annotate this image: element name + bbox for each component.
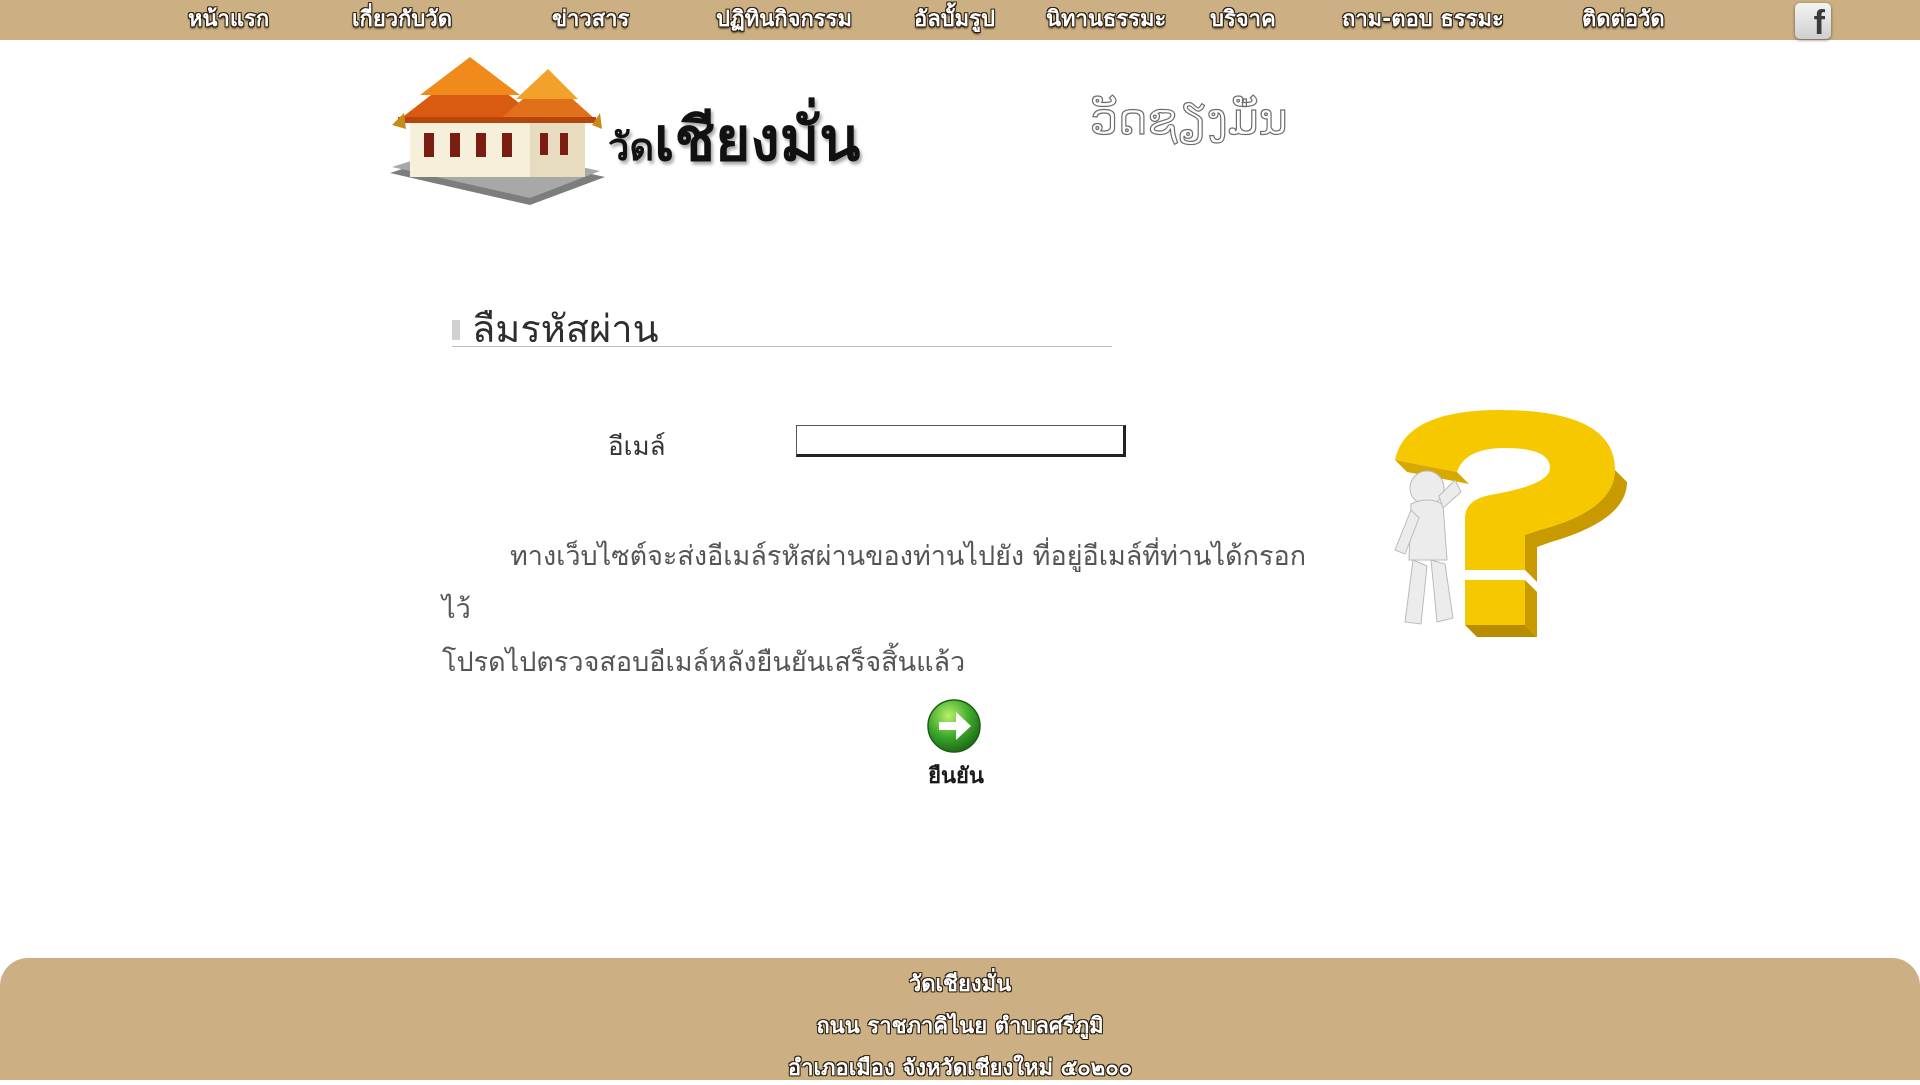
- temple-logo-illustration: [390, 57, 605, 205]
- nav-item-about[interactable]: เกี่ยวกับวัด: [352, 4, 452, 36]
- info-line-2: โปรดไปตรวจสอบอีเมล์หลังยืนยันเสร็จสิ้นแล…: [442, 647, 966, 678]
- email-label: อีเมล์: [608, 432, 666, 462]
- site-title-small: วัด: [608, 125, 655, 169]
- page-title: ลืมรหัสผ่าน: [472, 307, 659, 351]
- email-field[interactable]: [796, 425, 1126, 457]
- site-title: วัดเชียงมั่น: [608, 92, 860, 187]
- info-line-1: ทางเว็บไซต์จะส่งอีเมล์รหัสผ่านของท่านไปย…: [442, 541, 1307, 625]
- nav-item-dharma-tales[interactable]: นิทานธรรมะ: [1046, 4, 1166, 36]
- nav-item-calendar[interactable]: ปฏิทินกิจกรรม: [716, 4, 852, 36]
- nav-item-donate[interactable]: บริจาค: [1210, 4, 1276, 36]
- top-nav-bar: หน้าแรก เกี่ยวกับวัด ข่าวสาร ปฏิทินกิจกร…: [0, 0, 1920, 42]
- facebook-glyph: f: [1813, 4, 1825, 42]
- nav-item-contact[interactable]: ติดต่อวัด: [1582, 4, 1665, 36]
- facebook-icon[interactable]: f: [1795, 3, 1831, 42]
- heading-marker: [452, 320, 460, 340]
- submit-button[interactable]: ยืนยัน: [916, 698, 996, 793]
- nav-item-album[interactable]: อัลบั้มรูป: [914, 4, 995, 36]
- nav-item-qa-dharma[interactable]: ถาม-ตอบ ธรรมะ: [1342, 4, 1504, 36]
- site-title-big: เชียงมั่น: [654, 105, 861, 175]
- submit-label: ยืนยัน: [928, 764, 984, 789]
- footer-address-road: ถนน ราชภาคิไนย ตำบลศรีภูมิ: [816, 1014, 1104, 1039]
- footer: วัดเชียงมั่น ถนน ราชภาคิไนย ตำบลศรีภูมิ …: [0, 958, 1920, 1081]
- page-heading: ลืมรหัสผ่าน: [452, 296, 1112, 351]
- footer-temple-name: วัดเชียงมั่น: [908, 972, 1012, 997]
- arrow-right-icon: [927, 699, 981, 753]
- nav-item-home[interactable]: หน้าแรก: [188, 4, 269, 36]
- lanna-script-logo: ວັດຊຽງມັ່ນ: [1089, 93, 1288, 145]
- question-mark-illustration: [1394, 410, 1627, 637]
- lanna-script-text: ວັດຊຽງມັ່ນ: [1090, 94, 1288, 145]
- nav-item-news[interactable]: ข่าวสาร: [552, 4, 629, 36]
- info-text: ทางเว็บไซต์จะส่งอีเมล์รหัสผ่านของท่านไปย…: [442, 530, 1312, 689]
